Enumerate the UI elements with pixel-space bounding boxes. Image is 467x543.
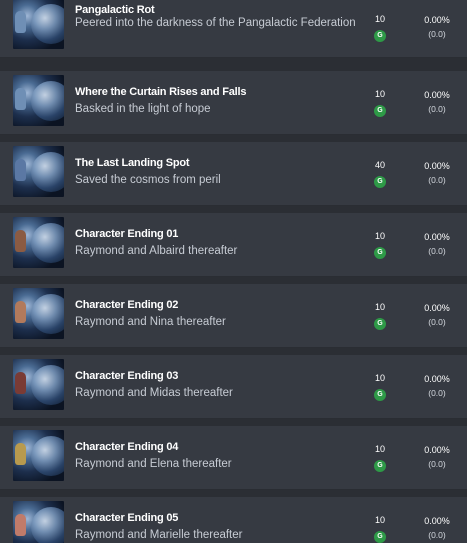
- achievement-title: Character Ending 01: [75, 228, 179, 240]
- planet-achievement-icon: [13, 146, 64, 197]
- gamerscore-badge-icon: G: [374, 389, 386, 401]
- achievement-row[interactable]: Where the Curtain Rises and Falls Basked…: [0, 71, 467, 135]
- character-portrait-icon: [13, 430, 64, 481]
- unlock-ratio: (0.0): [428, 388, 446, 398]
- gamerscore-badge-icon: G: [374, 105, 386, 117]
- unlock-ratio: (0.0): [428, 246, 446, 256]
- achievement-list: Pangalactic Rot Peered into the darkness…: [0, 0, 467, 543]
- gamerscore-badge-icon: G: [374, 531, 386, 543]
- gamerscore-value: 10: [374, 89, 385, 99]
- achievement-title: The Last Landing Spot: [75, 157, 190, 169]
- achievement-description: Raymond and Midas thereafter: [75, 387, 233, 399]
- unlock-ratio: (0.0): [428, 175, 446, 185]
- gamerscore-value: 10: [374, 515, 385, 525]
- gamerscore-badge-icon: G: [374, 247, 386, 259]
- gamerscore-value: 10: [374, 302, 385, 312]
- achievement-title: Character Ending 02: [75, 299, 179, 311]
- gamerscore-badge-icon: G: [374, 460, 386, 472]
- unlock-percent: 0.00%: [424, 303, 450, 313]
- unlock-ratio: (0.0): [428, 104, 446, 114]
- character-portrait-icon: [13, 359, 64, 410]
- unlock-ratio: (0.0): [428, 317, 446, 327]
- unlock-percent: 0.00%: [424, 232, 450, 242]
- gamerscore-badge-icon: G: [374, 318, 386, 330]
- gamerscore-badge-icon: G: [374, 30, 386, 42]
- gamerscore-value: 10: [374, 231, 385, 241]
- planet-achievement-icon: [13, 0, 64, 49]
- achievement-row[interactable]: Character Ending 05 Raymond and Marielle…: [0, 497, 467, 543]
- achievement-row[interactable]: Character Ending 03 Raymond and Midas th…: [0, 355, 467, 419]
- gamerscore-value: 10: [374, 14, 385, 24]
- character-portrait-icon: [13, 501, 64, 543]
- achievement-description: Raymond and Elena thereafter: [75, 458, 232, 470]
- achievement-title: Character Ending 04: [75, 441, 179, 453]
- achievement-description: Basked in the light of hope: [75, 103, 211, 115]
- gamerscore-value: 10: [374, 373, 385, 383]
- unlock-ratio: (0.0): [428, 29, 446, 39]
- character-portrait-icon: [13, 217, 64, 268]
- unlock-percent: 0.00%: [424, 90, 450, 100]
- unlock-ratio: (0.0): [428, 459, 446, 469]
- planet-achievement-icon: [13, 75, 64, 126]
- unlock-percent: 0.00%: [424, 161, 450, 171]
- gamerscore-value: 40: [374, 160, 385, 170]
- achievement-row[interactable]: Character Ending 02 Raymond and Nina the…: [0, 284, 467, 348]
- achievement-description: Raymond and Marielle thereafter: [75, 529, 243, 541]
- unlock-percent: 0.00%: [424, 15, 450, 25]
- achievement-row[interactable]: Character Ending 04 Raymond and Elena th…: [0, 426, 467, 490]
- achievement-description: Peered into the darkness of the Pangalac…: [75, 17, 356, 29]
- achievement-row[interactable]: Pangalactic Rot Peered into the darkness…: [0, 0, 467, 58]
- unlock-percent: 0.00%: [424, 516, 450, 526]
- unlock-percent: 0.00%: [424, 445, 450, 455]
- achievement-title: Where the Curtain Rises and Falls: [75, 86, 247, 98]
- achievement-title: Character Ending 03: [75, 370, 179, 382]
- achievement-row[interactable]: The Last Landing Spot Saved the cosmos f…: [0, 142, 467, 206]
- achievement-description: Raymond and Nina thereafter: [75, 316, 226, 328]
- achievement-row[interactable]: Character Ending 01 Raymond and Albaird …: [0, 213, 467, 277]
- unlock-ratio: (0.0): [428, 530, 446, 540]
- achievement-description: Raymond and Albaird thereafter: [75, 245, 238, 257]
- character-portrait-icon: [13, 288, 64, 339]
- unlock-percent: 0.00%: [424, 374, 450, 384]
- gamerscore-value: 10: [374, 444, 385, 454]
- achievement-title: Character Ending 05: [75, 512, 179, 524]
- achievement-description: Saved the cosmos from peril: [75, 174, 221, 186]
- gamerscore-badge-icon: G: [374, 176, 386, 188]
